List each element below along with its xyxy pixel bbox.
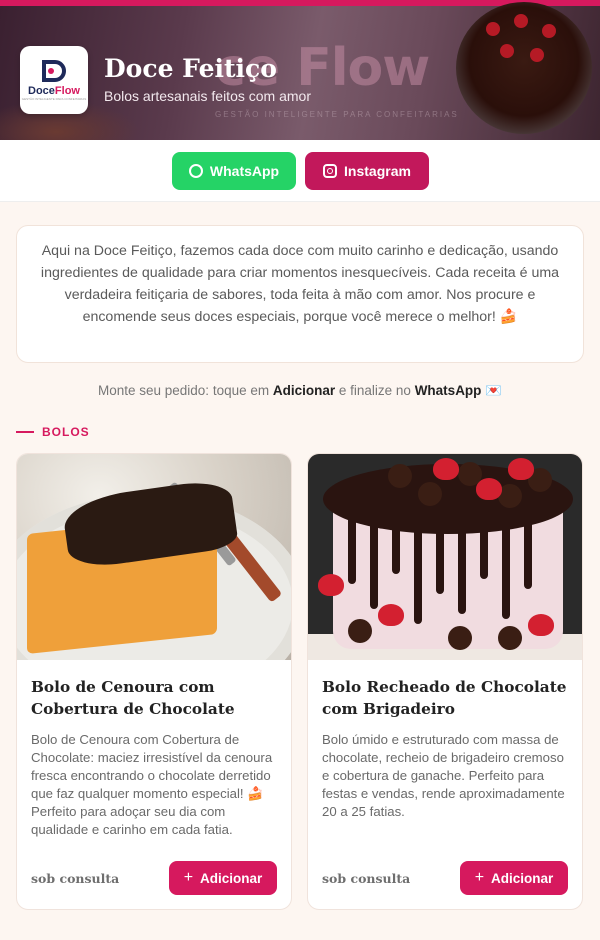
- logo-wordmark: DoceFlow: [28, 84, 80, 97]
- product-card: Bolo Recheado de Chocolate com Brigadeir…: [307, 453, 583, 910]
- add-label: Adicionar: [491, 870, 554, 886]
- product-title: Bolo Recheado de Chocolate com Brigadeir…: [322, 678, 567, 718]
- brand-tagline: Bolos artesanais feitos com amor: [104, 88, 311, 104]
- add-label: Adicionar: [200, 870, 263, 886]
- product-image-carrot-cake: [17, 454, 291, 660]
- hero-watermark-tagline: GESTÃO INTELIGENTE PARA CONFEITARIAS: [215, 110, 459, 119]
- product-description: Bolo de Cenoura com Cobertura de Chocola…: [31, 732, 273, 837]
- social-bar: WhatsApp Instagram: [0, 140, 600, 202]
- product-image-chocolate-cake: [308, 454, 582, 660]
- product-description: Bolo úmido e estruturado com massa de ch…: [322, 732, 565, 819]
- product-title: Bolo de Cenoura com Cobertura de Chocola…: [31, 678, 235, 718]
- plus-icon: +: [183, 869, 194, 886]
- product-card: Bolo de Cenoura com Cobertura de Chocola…: [16, 453, 292, 910]
- order-hint: Monte seu pedido: toque em Adicionar e f…: [97, 383, 502, 398]
- section-dash: [16, 431, 34, 433]
- about-card: Aqui na Doce Feitiço, fazemos cada doce …: [16, 225, 584, 363]
- section-title-bolos: BOLOS: [16, 425, 90, 439]
- whatsapp-button[interactable]: WhatsApp: [172, 152, 296, 190]
- plus-icon: +: [474, 869, 485, 886]
- hero-cake-image: [456, 2, 592, 134]
- logo-d-icon: [42, 59, 66, 82]
- add-to-cart-button[interactable]: + Adicionar: [460, 861, 568, 895]
- logo-subtext: GESTÃO INTELIGENTE PARA CONFEITARIAS: [21, 96, 87, 101]
- add-to-cart-button[interactable]: + Adicionar: [169, 861, 277, 895]
- about-text: Aqui na Doce Feitiço, fazemos cada doce …: [40, 243, 560, 325]
- product-price: sob consulta: [322, 870, 411, 886]
- instagram-label: Instagram: [344, 163, 411, 179]
- instagram-icon: [323, 164, 338, 178]
- product-price: sob consulta: [31, 870, 120, 886]
- whatsapp-icon: [188, 164, 203, 178]
- instagram-button[interactable]: Instagram: [305, 152, 429, 190]
- brand-logo: DoceFlow GESTÃO INTELIGENTE PARA CONFEIT…: [20, 46, 88, 114]
- hero-banner: ce Flow GESTÃO INTELIGENTE PARA CONFEITA…: [0, 0, 600, 140]
- whatsapp-label: WhatsApp: [209, 163, 280, 179]
- brand-name: Doce Feitiço: [104, 54, 277, 83]
